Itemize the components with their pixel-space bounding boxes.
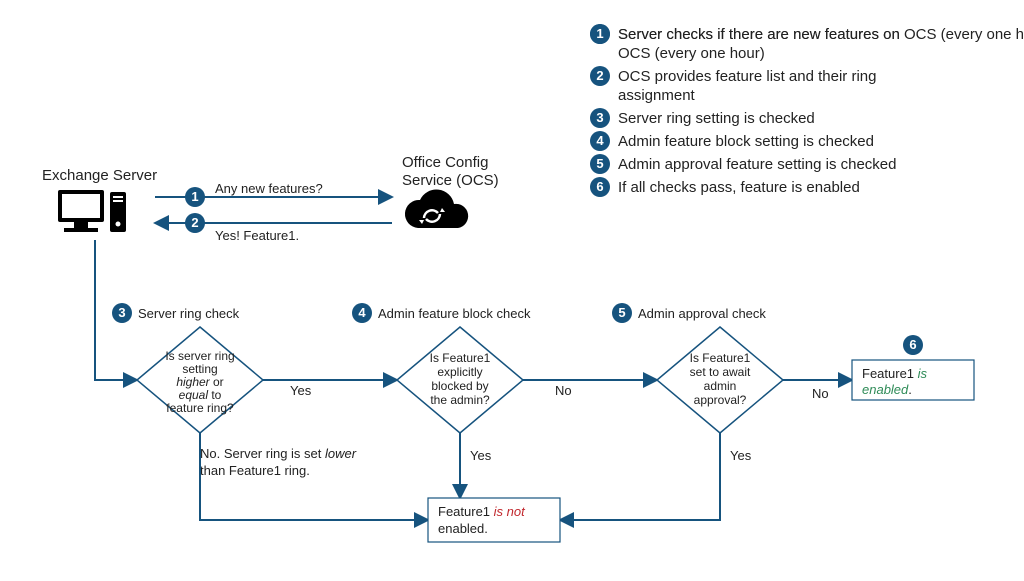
svg-text:feature ring?: feature ring?: [166, 401, 234, 415]
result-enabled: 6 Feature1 is enabled.: [852, 335, 974, 400]
svg-text:the admin?: the admin?: [430, 393, 490, 407]
svg-text:4: 4: [596, 133, 604, 148]
decision-4: 4 Admin feature block check Is Feature1 …: [352, 303, 531, 433]
svg-text:OCS provides feature list and: OCS provides feature list and their ring: [618, 68, 876, 85]
ocs-label-2: Service (OCS): [402, 172, 499, 189]
svg-text:Admin feature block setting is: Admin feature block setting is checked: [618, 133, 874, 150]
svg-text:2: 2: [596, 68, 603, 83]
svg-text:OCS (every one hour): OCS (every one hour): [618, 45, 765, 62]
decision-5: 5 Admin approval check Is Feature1 set t…: [612, 303, 783, 433]
svg-text:Is Feature1: Is Feature1: [690, 351, 751, 365]
decision-3: 3 Server ring check Is server ring setti…: [112, 303, 263, 433]
svg-text:1: 1: [596, 26, 603, 41]
d3-no: No. Server ring is set lower than Featur…: [200, 433, 428, 520]
svg-text:assignment: assignment: [618, 87, 696, 104]
svg-text:3: 3: [118, 305, 125, 320]
svg-text:equal to: equal to: [179, 388, 222, 402]
svg-text:2: 2: [191, 215, 198, 230]
decision-4-title: Admin feature block check: [378, 306, 531, 321]
exchange-server-label: Exchange Server: [42, 167, 157, 184]
svg-text:6: 6: [909, 337, 916, 352]
svg-text:5: 5: [596, 156, 603, 171]
svg-text:admin: admin: [704, 379, 737, 393]
svg-text:Admin approval feature setting: Admin approval feature setting is checke…: [618, 156, 897, 173]
svg-text:setting: setting: [182, 362, 217, 376]
svg-text:approval?: approval?: [694, 393, 747, 407]
svg-text:Server checks if there are new: Server checks if there are new features …: [618, 26, 900, 43]
d5-yes-label: Yes: [730, 448, 752, 463]
result-not-enabled: Feature1 is not enabled.: [428, 498, 560, 542]
svg-text:blocked by: blocked by: [431, 379, 488, 393]
svg-text:6: 6: [596, 179, 603, 194]
svg-text:Is Feature1: Is Feature1: [430, 351, 491, 365]
d4-yes-label: Yes: [470, 448, 492, 463]
d3-yes-label: Yes: [290, 383, 312, 398]
cloud-icon: [405, 190, 468, 228]
d3-no-line2: than Feature1 ring.: [200, 463, 310, 478]
svg-text:enabled.: enabled.: [438, 521, 488, 536]
svg-text:4: 4: [358, 305, 366, 320]
decision-3-title: Server ring check: [138, 306, 240, 321]
top-exchange-arrows: 1 Any new features? 2 Yes! Feature1.: [155, 181, 392, 243]
decision-5-title: Admin approval check: [638, 306, 766, 321]
svg-text:set to await: set to await: [690, 365, 751, 379]
svg-text:explicitly: explicitly: [437, 365, 482, 379]
server-icon: [58, 190, 126, 232]
svg-text:Feature1 is not: Feature1 is not: [438, 504, 526, 519]
svg-text:3: 3: [596, 110, 603, 125]
d4-no-label: No: [555, 383, 572, 398]
svg-text:enabled.: enabled.: [862, 382, 912, 397]
q-text: Any new features?: [215, 181, 323, 196]
a-text: Yes! Feature1.: [215, 228, 299, 243]
d5-yes-arrow: [560, 433, 720, 520]
svg-text:higher or: higher or: [176, 375, 223, 389]
diagram-canvas: Exchange Server Office Config Service (O…: [0, 0, 1024, 581]
exchange-server-node: Exchange Server: [42, 167, 157, 232]
ocs-label-1: Office Config: [402, 154, 488, 171]
legend-box: 1 Server checks if there are new feature…: [590, 24, 900, 197]
ocs-node: Office Config Service (OCS): [402, 154, 499, 228]
svg-text:Server ring setting is checked: Server ring setting is checked: [618, 110, 815, 127]
d3-no-line1: No. Server ring is set lower: [200, 446, 357, 461]
svg-text:If all checks pass, feature is: If all checks pass, feature is enabled: [618, 179, 860, 196]
d5-no-label: No: [812, 386, 829, 401]
svg-text:5: 5: [618, 305, 625, 320]
svg-text:1: 1: [191, 189, 198, 204]
svg-text:Is server ring: Is server ring: [165, 349, 234, 363]
svg-text:Feature1 is: Feature1 is: [862, 366, 928, 381]
